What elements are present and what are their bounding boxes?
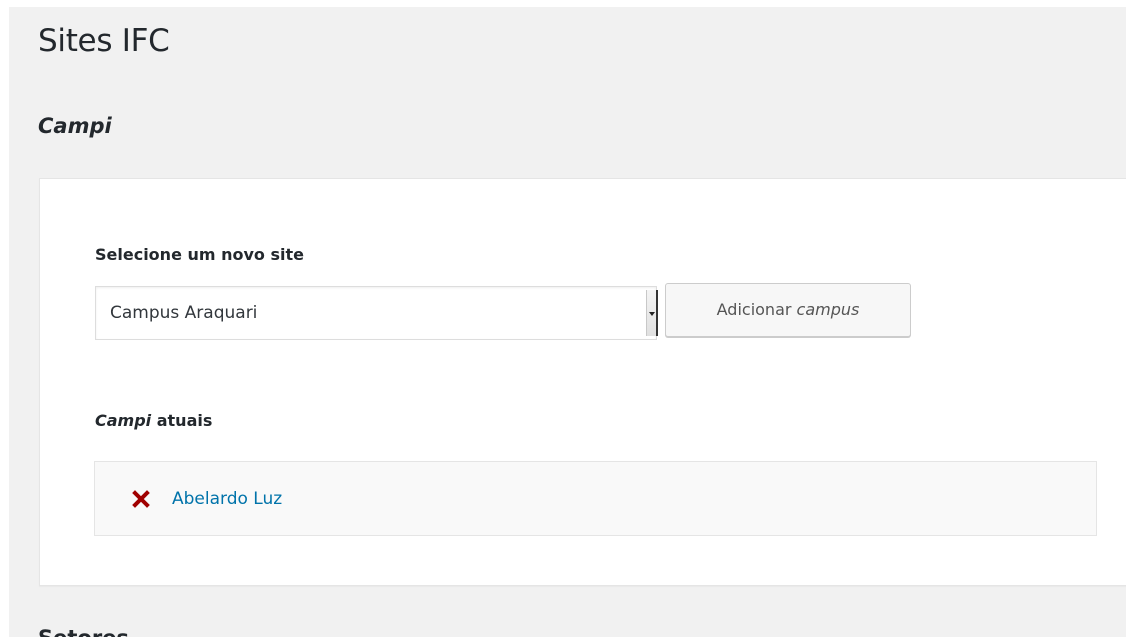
current-campi-label-rest: atuais — [151, 411, 213, 430]
list-item: Abelardo Luz — [132, 462, 282, 535]
site-select-value: Campus Araquari — [110, 303, 258, 323]
current-campi-list: Abelardo Luz — [94, 461, 1097, 536]
page-title: Sites IFC — [38, 23, 170, 59]
site-select[interactable]: Campus Araquari — [95, 286, 658, 340]
add-campus-button-label: Adicionar — [716, 300, 792, 319]
select-arrow-icon[interactable] — [646, 290, 658, 336]
setores-section-title: Setores — [38, 623, 129, 637]
add-campus-button-italic: campus — [796, 300, 860, 319]
current-campi-label: Campi atuais — [95, 410, 212, 432]
remove-x-icon[interactable] — [132, 489, 150, 508]
campi-card: Selecione um novo site Campus Araquari A… — [39, 178, 1126, 586]
add-campus-button[interactable]: Adicionar campus — [665, 283, 911, 337]
admin-page: Sites IFC Campi Selecione um novo site C… — [9, 7, 1126, 637]
campus-link-abelardo-luz[interactable]: Abelardo Luz — [172, 489, 282, 509]
campi-section-title: Campi — [38, 114, 112, 138]
current-campi-label-italic: Campi — [95, 411, 152, 430]
select-site-label: Selecione um novo site — [95, 245, 304, 264]
